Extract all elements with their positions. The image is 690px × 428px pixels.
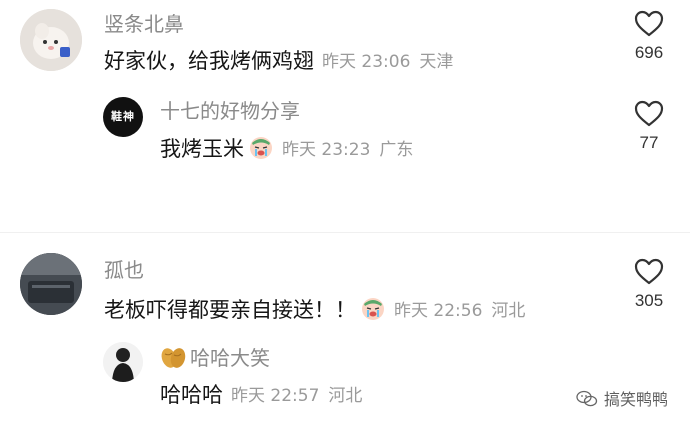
- reply-like-button[interactable]: 77: [619, 100, 679, 153]
- reply-text-row: 我烤玉米 昨天 23:23 广东: [160, 134, 413, 166]
- reply-username[interactable]: 十七的好物分享: [160, 99, 300, 123]
- peanut-emoji: [160, 346, 186, 375]
- reply-username[interactable]: 哈哈大笑: [190, 346, 270, 370]
- like-count: 77: [639, 133, 659, 152]
- heart-outline-icon: [634, 10, 664, 37]
- reply-text: 哈哈哈: [160, 383, 223, 407]
- reply-avatar[interactable]: [103, 342, 143, 382]
- avatar[interactable]: [20, 253, 82, 315]
- watermark: 搞笑鸭鸭: [576, 386, 668, 410]
- comment-text-row: 好家伙，给我烤俩鸡翅 昨天 23:06 天津: [104, 48, 453, 75]
- reply-time: 昨天 22:57: [231, 386, 320, 406]
- comment-time: 昨天 23:06: [322, 52, 411, 72]
- comment-text: 好家伙，给我烤俩鸡翅: [104, 49, 314, 73]
- crying-face-emoji: [248, 134, 274, 166]
- like-count: 305: [634, 291, 664, 310]
- heart-outline-icon: [634, 100, 664, 127]
- comment-text-row: 老板吓得都要亲自接送！！ 昨天 22:56 河北: [104, 295, 525, 327]
- like-button[interactable]: 696: [619, 10, 679, 63]
- comment-time: 昨天 22:56: [394, 301, 483, 321]
- reply-time: 昨天 23:23: [282, 140, 371, 160]
- wechat-icon: [576, 390, 598, 407]
- heart-outline-icon: [634, 258, 664, 285]
- crying-face-emoji: [360, 295, 386, 327]
- avatar-logo-text: 鞋神: [111, 110, 135, 123]
- reply-avatar[interactable]: 鞋神: [103, 97, 143, 137]
- avatar[interactable]: [20, 9, 82, 71]
- comment-divider: [0, 232, 690, 233]
- comment-username[interactable]: 孤也: [104, 258, 144, 282]
- comment-username[interactable]: 竖条北鼻: [104, 12, 184, 36]
- reply-text: 我烤玉米: [160, 137, 244, 161]
- watermark-text: 搞笑鸭鸭: [603, 390, 668, 409]
- like-button[interactable]: 305: [619, 258, 679, 311]
- like-count: 696: [634, 43, 664, 62]
- reply-location: 河北: [328, 386, 363, 406]
- comment-location: 河北: [491, 301, 526, 321]
- comment-text: 老板吓得都要亲自接送！！: [104, 298, 356, 322]
- comment-location: 天津: [419, 52, 454, 72]
- reply-username-row[interactable]: 哈哈大笑: [160, 346, 270, 375]
- reply-location: 广东: [379, 140, 414, 160]
- reply-text-row: 哈哈哈 昨天 22:57 河北: [160, 382, 362, 409]
